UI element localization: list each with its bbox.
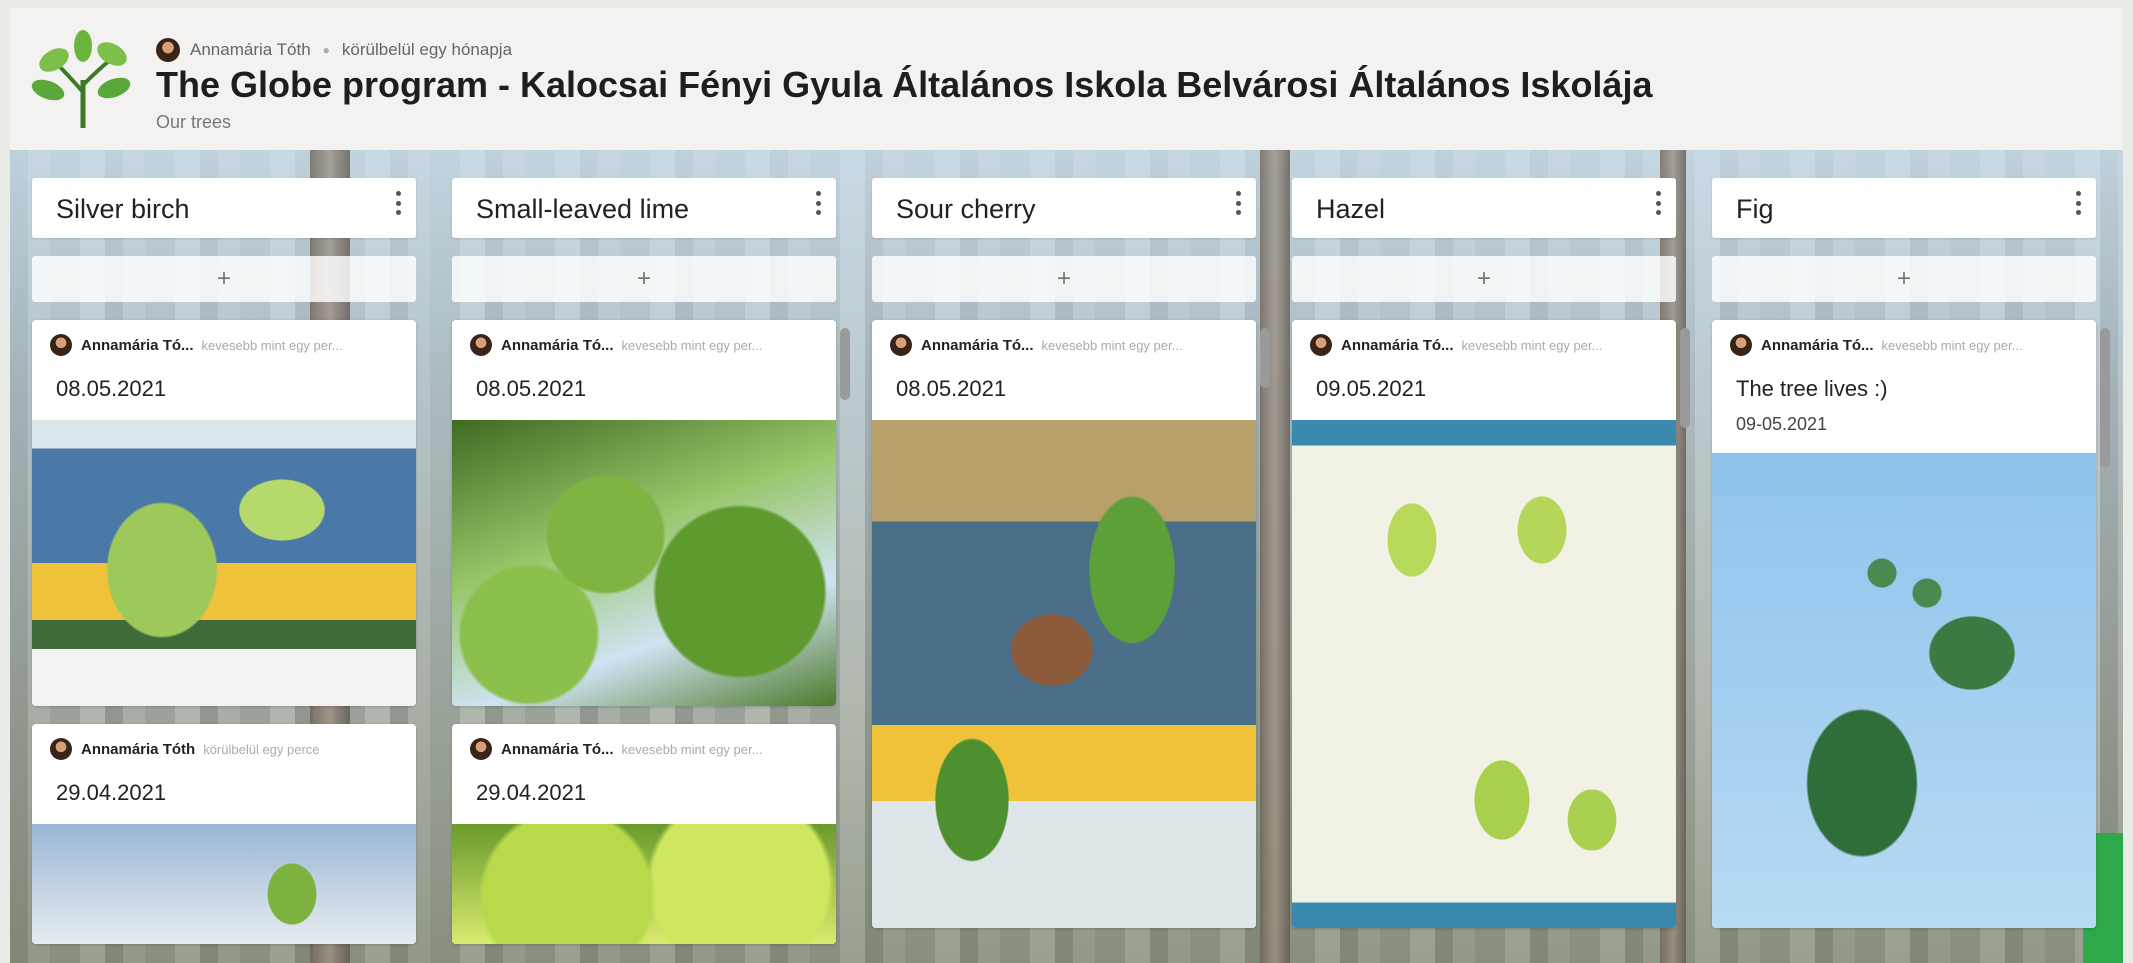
- card-meta: Annamária Tó... kevesebb mint egy per...: [32, 320, 416, 356]
- kebab-menu-icon[interactable]: [388, 188, 408, 218]
- column-title[interactable]: Silver birch: [56, 194, 190, 225]
- card-author: Annamária Tó...: [501, 336, 614, 354]
- post-card[interactable]: Annamária Tóth körülbelül egy perce 29.0…: [32, 724, 416, 944]
- card-meta: Annamária Tóth körülbelül egy perce: [32, 724, 416, 760]
- post-card[interactable]: Annamária Tó... kevesebb mint egy per...…: [452, 320, 836, 706]
- card-time: kevesebb mint egy per...: [1881, 337, 2023, 353]
- card-author: Annamária Tó...: [921, 336, 1034, 354]
- add-post-button[interactable]: +: [1292, 256, 1676, 302]
- card-meta: Annamária Tó... kevesebb mint egy per...: [452, 320, 836, 356]
- add-post-button[interactable]: +: [452, 256, 836, 302]
- column-header: Fig: [1712, 178, 2096, 238]
- post-card[interactable]: Annamária Tó... kevesebb mint egy per...…: [1712, 320, 2096, 928]
- card-meta: Annamária Tó... kevesebb mint egy per...: [1712, 320, 2096, 356]
- card-title: 08.05.2021: [56, 376, 167, 401]
- avatar: [890, 334, 912, 356]
- kebab-menu-icon[interactable]: [808, 188, 828, 218]
- card-meta: Annamária Tó... kevesebb mint egy per...: [452, 724, 836, 760]
- separator-dot: ●: [322, 43, 330, 57]
- post-card[interactable]: Annamária Tó... kevesebb mint egy per...…: [872, 320, 1256, 928]
- card-time: kevesebb mint egy per...: [1461, 337, 1603, 353]
- column-sour-cherry: Sour cherry + Annamária Tó... kevesebb m…: [872, 178, 1256, 928]
- column-scrollbar[interactable]: [840, 328, 850, 400]
- card-author: Annamária Tó...: [81, 336, 194, 354]
- card-time: kevesebb mint egy per...: [201, 337, 343, 353]
- column-header: Hazel: [1292, 178, 1676, 238]
- column-scrollbar[interactable]: [1260, 328, 1270, 388]
- column-header: Small-leaved lime: [452, 178, 836, 238]
- card-subtitle: 09-05.2021: [1736, 414, 1828, 434]
- card-image[interactable]: [1712, 453, 2096, 928]
- column-title[interactable]: Small-leaved lime: [476, 194, 689, 225]
- card-image[interactable]: [32, 420, 416, 706]
- column-small-leaved-lime: Small-leaved lime + Annamária Tó... keve…: [452, 178, 836, 944]
- board-header: Annamária Tóth ● körülbelül egy hónapja …: [10, 8, 2123, 150]
- column-fig: Fig + Annamária Tó... kevesebb mint egy …: [1712, 178, 2096, 928]
- avatar: [1310, 334, 1332, 356]
- card-author: Annamária Tó...: [501, 740, 614, 758]
- kebab-menu-icon[interactable]: [2068, 188, 2088, 218]
- card-image[interactable]: [452, 824, 836, 944]
- post-meta: Annamária Tóth ● körülbelül egy hónapja: [156, 38, 512, 62]
- avatar: [50, 738, 72, 760]
- column-header: Silver birch: [32, 178, 416, 238]
- card-meta: Annamária Tó... kevesebb mint egy per...: [872, 320, 1256, 356]
- page-subtitle: Our trees: [156, 112, 232, 132]
- column-header: Sour cherry: [872, 178, 1256, 238]
- background-trunk: [1260, 150, 1290, 963]
- tree-logo-icon: [31, 30, 131, 128]
- card-title: 08.05.2021: [896, 376, 1007, 401]
- card-time: körülbelül egy perce: [203, 741, 320, 757]
- page-title: The Globe program - Kalocsai Fényi Gyula…: [156, 64, 1653, 105]
- kebab-menu-icon[interactable]: [1648, 188, 1668, 218]
- avatar: [50, 334, 72, 356]
- post-card[interactable]: Annamária Tó... kevesebb mint egy per...…: [32, 320, 416, 706]
- card-time: kevesebb mint egy per...: [621, 337, 763, 353]
- card-image[interactable]: [32, 824, 416, 944]
- card-time: kevesebb mint egy per...: [621, 741, 763, 757]
- avatar: [470, 334, 492, 356]
- column-title[interactable]: Sour cherry: [896, 194, 1036, 225]
- board-canvas: Silver birch + Annamária Tó... kevesebb …: [10, 150, 2123, 963]
- column-scrollbar[interactable]: [2100, 328, 2110, 468]
- card-author: Annamária Tó...: [1341, 336, 1454, 354]
- add-post-button[interactable]: +: [32, 256, 416, 302]
- card-image[interactable]: [1292, 420, 1676, 928]
- card-title: 29.04.2021: [56, 780, 167, 805]
- card-meta: Annamária Tó... kevesebb mint egy per...: [1292, 320, 1676, 356]
- card-title: The tree lives :): [1736, 376, 1888, 401]
- post-time: körülbelül egy hónapja: [341, 40, 513, 59]
- author-name: Annamária Tóth: [190, 40, 311, 59]
- post-card[interactable]: Annamária Tó... kevesebb mint egy per...…: [1292, 320, 1676, 928]
- avatar: [1730, 334, 1752, 356]
- avatar: [470, 738, 492, 760]
- card-author: Annamária Tó...: [1761, 336, 1874, 354]
- column-title[interactable]: Fig: [1736, 194, 1774, 225]
- add-post-button[interactable]: +: [1712, 256, 2096, 302]
- add-post-button[interactable]: +: [872, 256, 1256, 302]
- card-author: Annamária Tóth: [81, 740, 196, 758]
- card-title: 29.04.2021: [476, 780, 587, 805]
- column-scrollbar[interactable]: [1680, 328, 1690, 428]
- card-title: 09.05.2021: [1316, 376, 1427, 401]
- kebab-menu-icon[interactable]: [1228, 188, 1248, 218]
- card-title: 08.05.2021: [476, 376, 587, 401]
- post-card[interactable]: Annamária Tó... kevesebb mint egy per...…: [452, 724, 836, 944]
- column-title[interactable]: Hazel: [1316, 194, 1385, 225]
- card-image[interactable]: [452, 420, 836, 706]
- card-time: kevesebb mint egy per...: [1041, 337, 1183, 353]
- card-image[interactable]: [872, 420, 1256, 928]
- column-silver-birch: Silver birch + Annamária Tó... kevesebb …: [32, 178, 416, 944]
- column-hazel: Hazel + Annamária Tó... kevesebb mint eg…: [1292, 178, 1676, 928]
- avatar[interactable]: [156, 38, 180, 62]
